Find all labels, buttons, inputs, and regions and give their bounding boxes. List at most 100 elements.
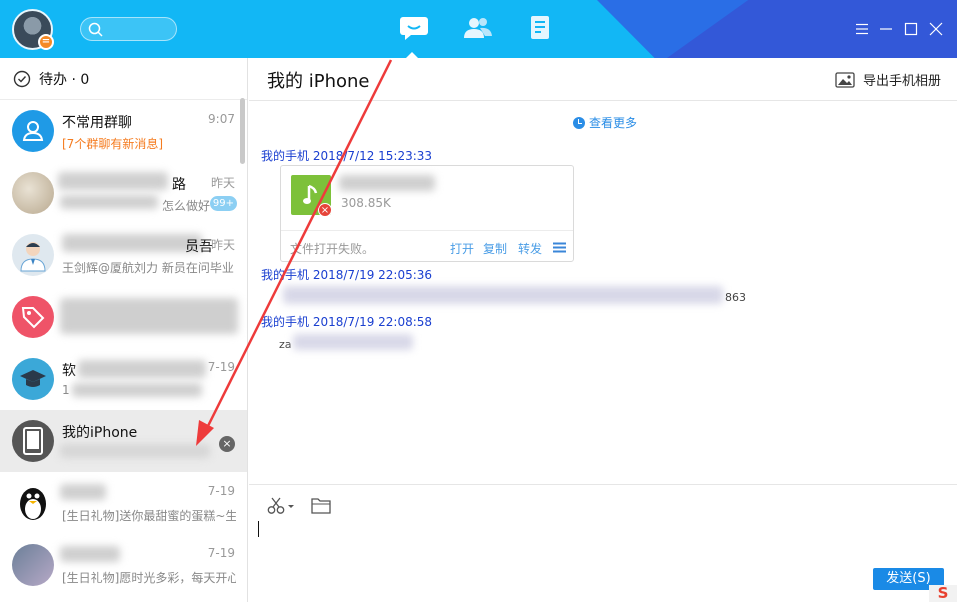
unread-badge: 99+ bbox=[209, 196, 237, 211]
redacted-name bbox=[58, 172, 168, 190]
message-text: 863 bbox=[725, 291, 746, 304]
online-status-badge[interactable]: = bbox=[38, 34, 54, 50]
export-photos-label: 导出手机相册 bbox=[862, 74, 941, 89]
nav-notes-button[interactable] bbox=[524, 13, 558, 43]
conversation-item[interactable]: 软 1 7-19 bbox=[0, 348, 247, 410]
conversation-preview: [7个群聊有新消息] bbox=[62, 137, 163, 151]
message-header: 我的手机 2018/7/19 22:08:58 bbox=[261, 315, 433, 329]
screenshot-button[interactable] bbox=[267, 496, 295, 520]
conversation-time: 9:07 bbox=[208, 112, 235, 126]
redacted-name bbox=[78, 360, 206, 378]
conversation-preview: [生日礼物]送你最甜蜜的蛋糕~生 bbox=[62, 509, 236, 523]
search-box[interactable] bbox=[80, 17, 177, 41]
conversation-preview: [生日礼物]愿时光多彩，每天开心 bbox=[62, 571, 236, 585]
conversation-name: 不常用群聊 bbox=[62, 115, 132, 131]
redacted-name bbox=[62, 234, 202, 252]
copy-file-link[interactable]: 复制 bbox=[483, 240, 507, 257]
conversation-preview: 王剑辉@厦航刘力 新员在问毕业 bbox=[62, 261, 234, 275]
graduation-cap-icon bbox=[20, 370, 46, 387]
chat-title: 我的 iPhone bbox=[267, 71, 370, 92]
todo-item[interactable]: 待办 · 0 bbox=[0, 58, 247, 100]
group-chat-avatar bbox=[12, 110, 54, 152]
conversation-item[interactable]: 不常用群聊 [7个群聊有新消息] 9:07 bbox=[0, 100, 247, 162]
conversation-name: 我的iPhone bbox=[62, 425, 138, 441]
conversation-time: 7-19 bbox=[207, 484, 235, 498]
file-card-footer: 文件打开失败。 打开 复制 转发 bbox=[281, 230, 573, 261]
redacted-name bbox=[60, 546, 120, 562]
view-more-label: 查看更多 bbox=[589, 116, 638, 130]
conversation-item[interactable]: [生日礼物]送你最甜蜜的蛋糕~生 7-19 bbox=[0, 472, 247, 534]
contact-avatar bbox=[12, 234, 54, 276]
device-avatar bbox=[12, 420, 54, 462]
main-menu-button[interactable] bbox=[852, 19, 872, 39]
conversation-time: 7-19 bbox=[207, 546, 235, 560]
contact-avatar bbox=[12, 172, 54, 214]
contact-avatar bbox=[12, 482, 54, 524]
redacted-message bbox=[283, 286, 723, 304]
maximize-icon bbox=[904, 22, 918, 36]
redacted-filename bbox=[339, 175, 435, 191]
nav-messages-button[interactable] bbox=[397, 13, 431, 43]
message-text: za bbox=[279, 338, 292, 351]
conversation-time: 7-19 bbox=[207, 360, 235, 374]
conversation-item[interactable]: 路 怎么做好 昨天 99+ bbox=[0, 162, 247, 224]
export-photos-button[interactable]: 导出手机相册 bbox=[835, 70, 941, 89]
ime-logo: S bbox=[929, 585, 957, 602]
forward-file-link[interactable]: 转发 bbox=[518, 240, 542, 257]
redacted-preview bbox=[60, 444, 210, 458]
redacted-message bbox=[293, 334, 413, 350]
conversation-item[interactable]: [生日礼物]愿时光多彩，每天开心 7-19 bbox=[0, 534, 247, 596]
conversation-preview: 怎么做好 bbox=[162, 199, 211, 213]
search-icon bbox=[88, 22, 103, 37]
todo-label: 待办 · 0 bbox=[39, 71, 90, 88]
penguin-icon bbox=[20, 488, 46, 520]
view-more-link[interactable]: 查看更多 bbox=[573, 114, 637, 131]
nav-contacts-button[interactable] bbox=[461, 13, 495, 43]
chat-icon bbox=[400, 17, 428, 40]
conversation-item[interactable] bbox=[0, 286, 247, 348]
file-status: 文件打开失败。 bbox=[290, 242, 375, 256]
person-icon bbox=[20, 242, 46, 272]
tablet-icon bbox=[23, 427, 43, 455]
clock-icon bbox=[573, 116, 585, 129]
music-note-icon bbox=[303, 184, 318, 204]
conversation-sidebar: 待办 · 0 不常用群聊 [7个群聊有新消息] 9:07 路 怎么做好 昨天 9… bbox=[0, 58, 248, 602]
folder-icon bbox=[311, 498, 331, 514]
error-icon: × bbox=[318, 203, 332, 217]
contact-avatar bbox=[12, 544, 54, 586]
close-window-button[interactable] bbox=[926, 19, 946, 39]
tag-avatar bbox=[12, 296, 54, 338]
maximize-button[interactable] bbox=[901, 19, 921, 39]
conversation-preview: 1 bbox=[62, 383, 70, 397]
close-conversation-button[interactable]: × bbox=[219, 436, 235, 452]
message-header: 我的手机 2018/7/19 22:05:36 bbox=[261, 268, 433, 282]
file-message-card[interactable]: × 308.85K 文件打开失败。 打开 复制 转发 bbox=[280, 165, 574, 262]
minimize-button[interactable] bbox=[876, 19, 896, 39]
tag-icon bbox=[21, 307, 45, 329]
text-cursor bbox=[258, 521, 259, 537]
scissors-icon bbox=[267, 497, 294, 514]
conversation-time: 昨天 bbox=[210, 176, 235, 190]
menu-icon bbox=[856, 23, 868, 35]
image-icon bbox=[835, 71, 855, 88]
conversation-item[interactable]: 员吾 王剑辉@厦航刘力 新员在问毕业 昨天 bbox=[0, 224, 247, 286]
message-input-area[interactable]: 发送(S) bbox=[249, 484, 957, 602]
chat-header: 我的 iPhone 导出手机相册 bbox=[249, 58, 957, 101]
conversation-name: 路 bbox=[172, 177, 186, 193]
notes-icon bbox=[531, 16, 549, 39]
redacted-preview bbox=[60, 195, 158, 209]
open-file-link[interactable]: 打开 bbox=[450, 240, 474, 257]
group-icon bbox=[22, 121, 44, 141]
redacted-content bbox=[60, 298, 238, 334]
file-size: 308.85K bbox=[341, 196, 391, 210]
redacted-name bbox=[60, 484, 106, 500]
minimize-icon bbox=[880, 28, 892, 30]
file-more-button[interactable] bbox=[553, 242, 566, 257]
conversation-item-active[interactable]: 我的iPhone × bbox=[0, 410, 247, 472]
send-file-button[interactable] bbox=[311, 496, 331, 518]
graduation-avatar bbox=[12, 358, 54, 400]
contacts-icon bbox=[464, 18, 492, 38]
checkmark-circle-icon bbox=[13, 70, 31, 87]
redacted-preview bbox=[72, 383, 202, 397]
close-icon bbox=[929, 22, 943, 36]
